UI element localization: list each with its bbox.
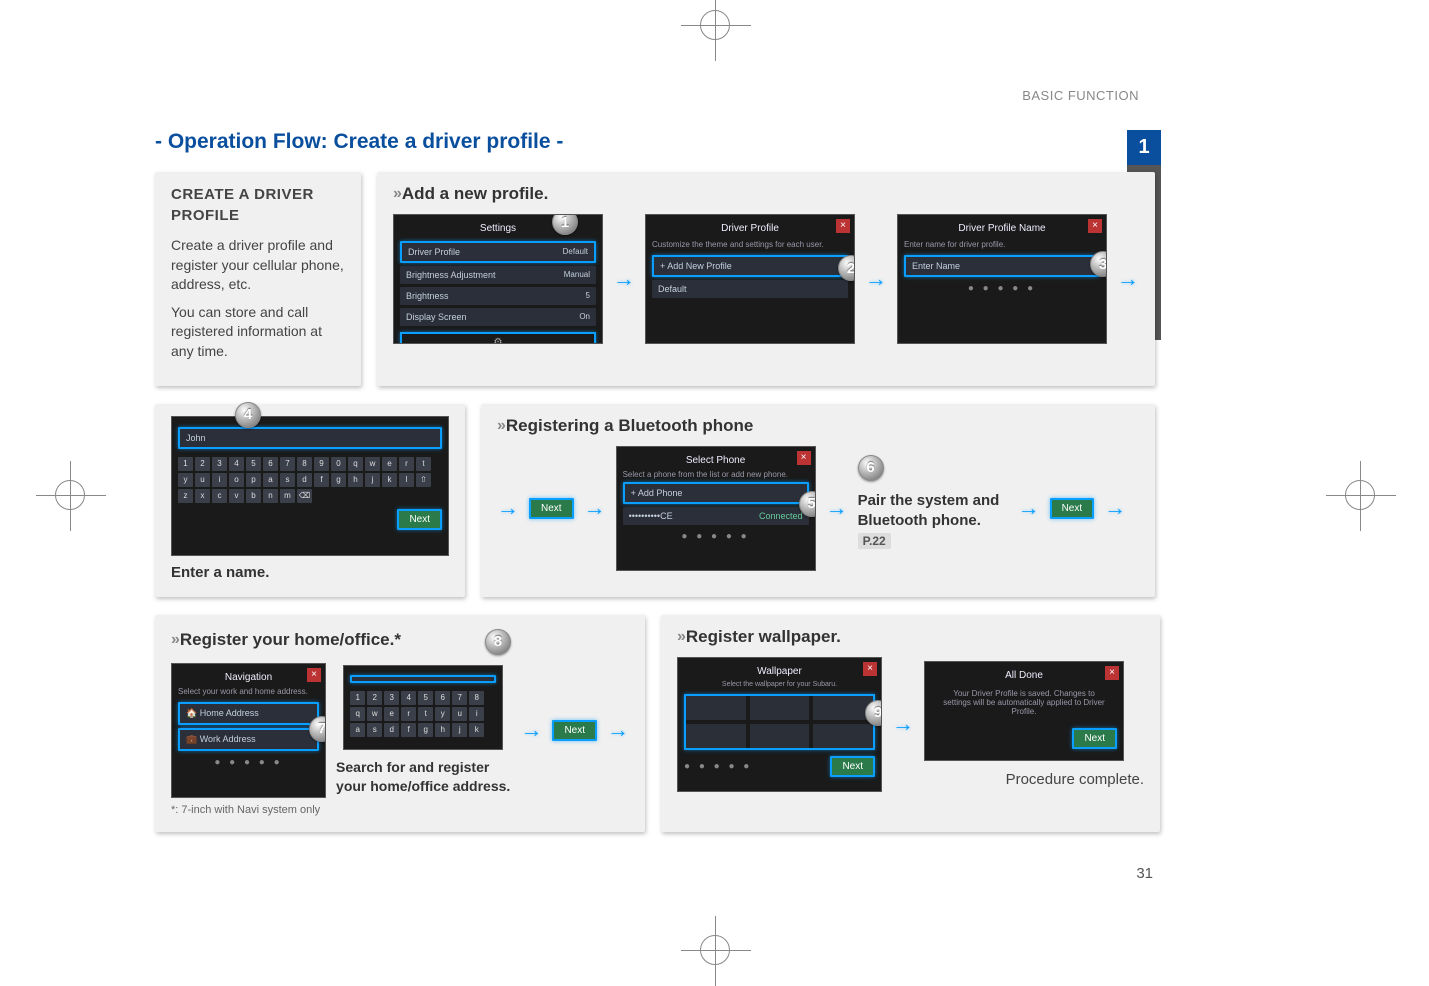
close-icon: ×: [836, 219, 850, 233]
shot3-name-field: Enter Name: [904, 255, 1100, 277]
next-button: Next: [529, 498, 574, 519]
pager-dots: ● ● ● ● ●: [904, 283, 1100, 294]
shot10-title: All Done: [931, 668, 1117, 685]
arrow-icon: →: [826, 495, 848, 521]
shot5-title: Select Phone: [623, 453, 809, 470]
next-button: Next: [830, 756, 875, 777]
shot1-row: Display Screen On: [400, 308, 596, 326]
add-profile-panel: » Add a new profile. 1 Settings Driver P…: [377, 172, 1155, 386]
step-badge-9: 9: [865, 700, 882, 726]
wallpaper-heading: Register wallpaper.: [686, 627, 841, 647]
screenshot-navigation: 7 × Navigation Select your work and home…: [171, 663, 326, 798]
registration-mark: [700, 10, 730, 40]
intro-heading: CREATE A DRIVER PROFILE: [171, 184, 345, 226]
pager-dots: ● ● ● ● ●: [178, 757, 319, 768]
next-button: Next: [397, 509, 442, 530]
shot1-row-driver-profile: Driver Profile Default: [400, 241, 596, 263]
arrow-icon: →: [865, 266, 887, 292]
shot9-desc: Select the wallpaper for your Subaru.: [684, 681, 875, 688]
step-badge-7: 7: [309, 716, 326, 742]
page-number: 31: [1136, 865, 1153, 882]
shot2-default: Default: [652, 280, 848, 298]
home-office-heading: Register your home/office.*: [180, 630, 401, 650]
registration-mark: [1345, 480, 1375, 510]
wallpaper-grid: [684, 694, 875, 750]
shot5-desc: Select a phone from the list or add new …: [623, 470, 809, 479]
chevron-icon: »: [497, 417, 502, 435]
arrow-icon: →: [892, 711, 914, 737]
close-icon: ×: [863, 662, 877, 676]
page-ref: P.22: [858, 533, 891, 549]
shot7-desc: Select your work and home address.: [178, 687, 319, 696]
shot10-msg: Your Driver Profile is saved. Changes to…: [931, 685, 1117, 720]
enter-name-caption: Enter a name.: [171, 564, 449, 581]
bluetooth-panel: » Registering a Bluetooth phone → Next →…: [481, 404, 1155, 597]
screenshot-select-phone: 5 × Select Phone Select a phone from the…: [616, 446, 816, 571]
next-button: Next: [1072, 728, 1117, 749]
shot3-desc: Enter name for driver profile.: [904, 240, 1100, 249]
arrow-icon: →: [607, 717, 629, 743]
enter-name-panel: 4 John 1234567890 qwertyuiop asdfghjkl ⇧…: [155, 404, 465, 597]
screenshot-driver-profile: 2 × Driver Profile Customize the theme a…: [645, 214, 855, 344]
page-title: - Operation Flow: Create a driver profil…: [155, 130, 1155, 154]
chevron-icon: »: [677, 628, 682, 646]
procedure-complete: Procedure complete.: [924, 771, 1144, 788]
shot5-device: ••••••••••CE Connected: [623, 507, 809, 525]
arrow-icon: →: [584, 495, 606, 521]
section-header: BASIC FUNCTION: [1022, 88, 1139, 103]
registration-mark: [700, 935, 730, 965]
name-field: John: [178, 427, 442, 449]
intro-p2: You can store and call registered inform…: [171, 303, 345, 362]
step-badge-2: 2: [838, 255, 855, 281]
chevron-icon: »: [171, 631, 176, 649]
shot7-title: Navigation: [178, 670, 319, 687]
registration-mark: [55, 480, 85, 510]
shot2-title: Driver Profile: [652, 221, 848, 238]
screenshot-wallpaper: 9 × Wallpaper Select the wallpaper for y…: [677, 657, 882, 792]
step-badge-8: 8: [485, 629, 511, 655]
shot1-row: Brightness 5: [400, 287, 596, 305]
pager-dots: ● ● ● ● ●: [684, 761, 752, 772]
shot5-add-phone: + Add Phone: [623, 482, 809, 504]
next-button: Next: [1050, 498, 1095, 519]
screenshot-address-keyboard: 12345678 qwertyui asdfghjk: [343, 665, 503, 750]
step-badge-4: 4: [235, 402, 261, 428]
arrow-icon: →: [1018, 495, 1040, 521]
chevron-icon: »: [393, 185, 398, 203]
close-icon: ×: [797, 451, 811, 465]
arrow-icon: →: [1117, 266, 1139, 292]
next-button: Next: [552, 720, 597, 741]
shot7-home: 🏠 Home Address: [178, 702, 319, 725]
keyboard-keys: 12345678 qwertyui asdfghjk: [350, 691, 496, 737]
pair-text: Pair the system and Bluetooth phone. P.2…: [858, 491, 1008, 552]
close-icon: ×: [307, 668, 321, 682]
screenshot-settings: 1 Settings Driver Profile Default Bright…: [393, 214, 603, 344]
shot1-row: Brightness Adjustment Manual: [400, 266, 596, 284]
screenshot-all-done: × All Done Your Driver Profile is saved.…: [924, 661, 1124, 761]
intro-panel: CREATE A DRIVER PROFILE Create a driver …: [155, 172, 361, 386]
screenshot-keyboard: John 1234567890 qwertyuiop asdfghjkl ⇧zx…: [171, 416, 449, 556]
footnote: *: 7-inch with Navi system only: [171, 804, 629, 816]
bluetooth-heading: Registering a Bluetooth phone: [506, 416, 753, 436]
keyboard-keys: 1234567890 qwertyuiop asdfghjkl ⇧zxcvbnm…: [178, 457, 442, 503]
arrow-icon: →: [613, 266, 635, 292]
search-register-text: Search for and register your home/office…: [336, 758, 510, 796]
close-icon: ×: [1105, 666, 1119, 680]
arrow-icon: →: [1104, 495, 1126, 521]
screenshot-enter-name: 3 × Driver Profile Name Enter name for d…: [897, 214, 1107, 344]
shot9-title: Wallpaper: [684, 664, 875, 681]
arrow-icon: →: [497, 495, 519, 521]
close-icon: ×: [1088, 219, 1102, 233]
shot2-desc: Customize the theme and settings for eac…: [652, 240, 848, 249]
add-profile-heading: Add a new profile.: [402, 184, 548, 204]
home-office-panel: » Register your home/office.* 8 7 × Navi…: [155, 615, 645, 832]
intro-p1: Create a driver profile and register you…: [171, 236, 345, 295]
step-badge-6: 6: [858, 455, 884, 481]
arrow-icon: →: [520, 717, 542, 743]
shot2-add-new: + Add New Profile: [652, 255, 848, 277]
pager-dots: ● ● ● ● ●: [623, 531, 809, 542]
shot3-title: Driver Profile Name: [904, 221, 1100, 238]
shot7-work: 💼 Work Address: [178, 728, 319, 751]
wallpaper-panel: » Register wallpaper. 9 × Wallpaper Sele…: [661, 615, 1160, 832]
